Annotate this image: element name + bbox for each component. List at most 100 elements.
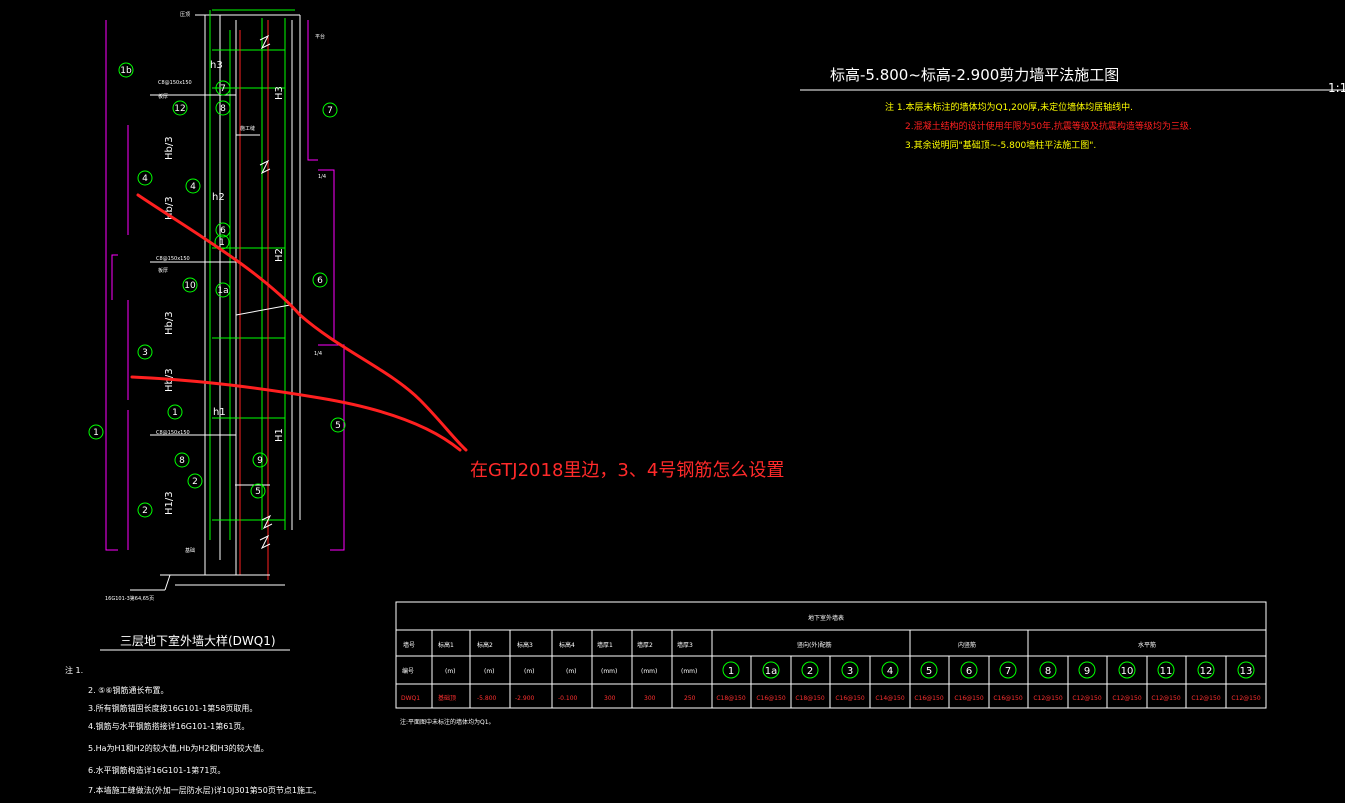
svg-text:7: 7 [327, 106, 333, 116]
svg-text:压顶: 压顶 [180, 12, 190, 18]
svg-text:C12@150: C12@150 [1112, 695, 1141, 702]
detail-caption: 三层地下室外墙大样(DWQ1) [120, 633, 276, 648]
svg-text:1a: 1a [217, 286, 228, 296]
table-row-elev2: -5.800 [477, 695, 497, 702]
table-unit-4: (m) [566, 668, 577, 675]
table-header-elev1: 标高1 [438, 641, 454, 649]
table-row-thk3: 250 [684, 695, 696, 702]
title-block: 标高-5.800~标高-2.900剪力墙平法施工图 1:1 注 1.本层未标注的… [800, 66, 1345, 151]
detail-caption-group: 三层地下室外墙大样(DWQ1) [100, 633, 290, 651]
table-footnote: 注:平面图中未标注的墙体均为Q1。 [400, 718, 495, 726]
svg-text:C16@150: C16@150 [756, 695, 785, 702]
rebar-tag-numbers: 1b 7 12 8 7 4 4 6 1 10 1a 6 3 1 1 5 8 9 … [93, 66, 341, 516]
svg-text:1/4: 1/4 [314, 351, 322, 357]
svg-text:2: 2 [142, 506, 148, 516]
svg-text:H2: H2 [274, 248, 285, 262]
detail-notes: 注 1. 2. ⑤⑥钢筋通长布置。 3.所有钢筋锚固长度按16G101-1第58… [65, 665, 321, 795]
table-unit-5: (mm) [601, 668, 617, 675]
svg-text:C18@150: C18@150 [716, 695, 745, 702]
svg-text:9: 9 [1084, 666, 1090, 677]
svg-text:9: 9 [257, 456, 263, 466]
svg-text:6: 6 [966, 666, 972, 677]
svg-text:h1: h1 [213, 407, 226, 418]
svg-text:1: 1 [93, 428, 99, 438]
drawing-title: 标高-5.800~标高-2.900剪力墙平法施工图 [830, 66, 1119, 84]
svg-text:C14@150: C14@150 [875, 695, 904, 702]
table-header-thk1: 墙厚1 [597, 641, 613, 649]
table-row-elev4: -0.100 [558, 695, 578, 702]
svg-text:4: 4 [190, 182, 196, 192]
annotation-arrow-to-bar-3 [130, 375, 462, 452]
svg-text:C16@150: C16@150 [835, 695, 864, 702]
cad-drawing-canvas[interactable]: 1b 7 12 8 7 4 4 6 1 10 1a 6 3 1 1 5 8 9 … [0, 0, 1345, 803]
svg-text:基础: 基础 [185, 547, 195, 554]
table-header-elev3: 标高3 [517, 641, 533, 649]
svg-text:6: 6 [317, 276, 323, 286]
table-unit-1: (m) [445, 668, 456, 675]
svg-text:10: 10 [184, 281, 196, 291]
detail-footnote: 16G101-3第64,65页 [105, 595, 154, 602]
svg-text:11: 11 [1160, 666, 1173, 677]
svg-text:C16@150: C16@150 [954, 695, 983, 702]
table-group-vertical: 竖向(外)配筋 [797, 641, 832, 649]
title-note-2: 2.混凝土结构的设计使用年限为50年,抗震等级及抗震构造等级均为三级. [905, 120, 1192, 132]
svg-text:平台: 平台 [315, 33, 325, 40]
detail-note-2: 2. ⑤⑥钢筋通长布置。 [88, 685, 169, 695]
svg-text:C16@150: C16@150 [914, 695, 943, 702]
svg-text:8: 8 [1045, 666, 1051, 677]
svg-text:Hb/3: Hb/3 [164, 311, 175, 335]
svg-text:编号: 编号 [402, 667, 414, 675]
svg-text:Hb/3: Hb/3 [164, 136, 175, 160]
svg-text:2: 2 [807, 666, 813, 677]
table-row-thk1: 300 [604, 695, 616, 702]
table-row-thk2: 300 [644, 695, 656, 702]
svg-text:1: 1 [219, 238, 225, 248]
svg-text:1: 1 [172, 408, 178, 418]
table-unit-7: (mm) [681, 668, 697, 675]
detail-notes-heading: 注 1. [65, 665, 83, 675]
svg-text:C12@150: C12@150 [1033, 695, 1062, 702]
detail-note-4: 4.钢筋与水平钢筋搭接详16G101-1第61页。 [88, 721, 249, 731]
svg-text:12: 12 [174, 104, 185, 114]
svg-text:C18@150: C18@150 [795, 695, 824, 702]
svg-text:H1/3: H1/3 [164, 491, 175, 515]
svg-text:1: 1 [728, 666, 734, 677]
svg-text:4: 4 [142, 174, 148, 184]
svg-text:C8@150x150: C8@150x150 [156, 256, 190, 262]
svg-text:板厚: 板厚 [158, 93, 168, 100]
svg-text:6: 6 [220, 226, 226, 236]
svg-text:3: 3 [142, 348, 148, 358]
svg-text:12: 12 [1200, 666, 1213, 677]
svg-text:2: 2 [192, 477, 198, 487]
svg-text:7: 7 [1005, 666, 1011, 677]
svg-text:板厚: 板厚 [158, 267, 168, 274]
table-group-inner: 内竖筋 [958, 641, 976, 649]
svg-text:13: 13 [1240, 666, 1253, 677]
table-unit-2: (m) [484, 668, 495, 675]
table-header-elev2: 标高2 [477, 641, 493, 649]
drawing-scale: 1:1 [1328, 81, 1345, 95]
svg-text:H1: H1 [274, 428, 285, 442]
svg-text:h2: h2 [212, 192, 225, 203]
table-unit-3: (m) [524, 668, 535, 675]
svg-text:C12@150: C12@150 [1231, 695, 1260, 702]
svg-text:10: 10 [1121, 666, 1134, 677]
svg-text:C12@150: C12@150 [1151, 695, 1180, 702]
svg-text:1a: 1a [765, 666, 778, 677]
detail-note-5: 5.Ha为H1和H2的较大值,Hb为H2和H3的较大值。 [88, 743, 269, 753]
table-unit-6: (mm) [641, 668, 657, 675]
table-row-elev3: -2.900 [515, 695, 535, 702]
detail-note-3: 3.所有钢筋锚固长度按16G101-1第58页取用。 [88, 703, 257, 713]
table-header-thk2: 墙厚2 [637, 641, 653, 649]
svg-text:1b: 1b [120, 66, 132, 76]
table-header-elev4: 标高4 [559, 641, 575, 649]
svg-text:C16@150: C16@150 [993, 695, 1022, 702]
wall-section-detail [105, 9, 345, 591]
annotation-question: 在GTJ2018里边，3、4号钢筋怎么设置 [470, 460, 784, 481]
svg-text:5: 5 [255, 487, 261, 497]
table-row-elev1: 基础顶 [438, 694, 456, 702]
table-title: 地下室外墙表 [808, 614, 844, 622]
detail-note-6: 6.水平钢筋构造详16G101-1第71页。 [88, 765, 225, 775]
table-row-wall: DWQ1 [401, 695, 420, 702]
svg-text:施工缝: 施工缝 [240, 125, 255, 132]
